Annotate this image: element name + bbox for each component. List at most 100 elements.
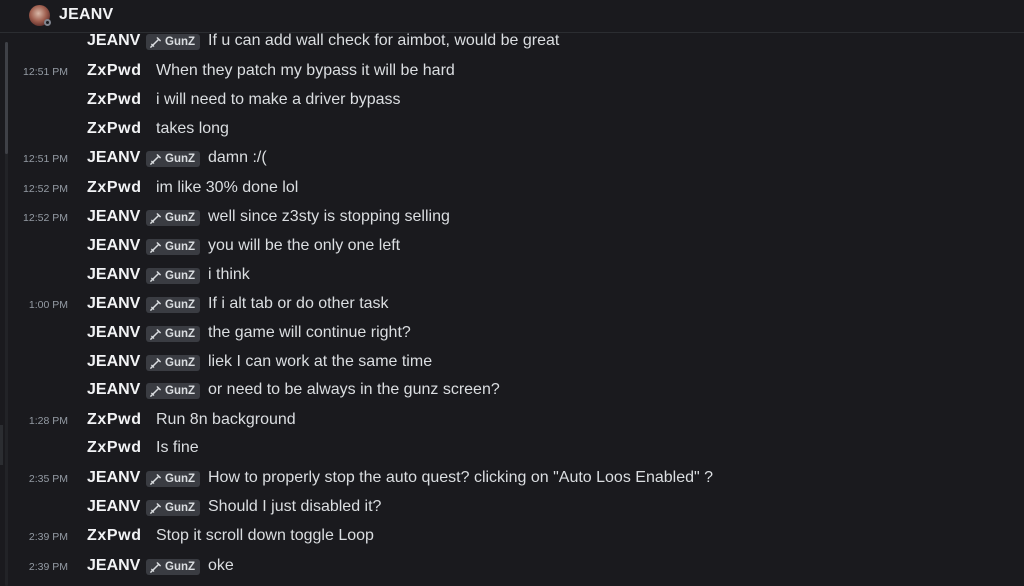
message-row[interactable]: 12:52 PM JEANV GunZ well since z3sty is sto…	[0, 206, 1010, 230]
message-author[interactable]: ZxPwd	[87, 91, 142, 109]
sword-icon	[149, 36, 162, 49]
server-tag-label: GunZ	[165, 299, 196, 311]
message-text: If i alt tab or do other task	[208, 295, 389, 312]
message-timestamp[interactable]: 12:51 PM	[23, 66, 68, 78]
server-tag-label: GunZ	[165, 357, 196, 369]
server-tag-label: GunZ	[165, 385, 196, 397]
message-row[interactable]: 12:52 PM ZxPwd im like 30% done lol	[0, 177, 1010, 201]
sword-icon	[149, 212, 162, 225]
sword-icon	[149, 270, 162, 283]
message-author[interactable]: JEANV	[87, 381, 140, 399]
message-author[interactable]: ZxPwd	[87, 120, 142, 138]
message-timestamp[interactable]: 2:39 PM	[29, 531, 68, 543]
message-text: Is fine	[156, 439, 199, 456]
message-timestamp[interactable]: 2:39 PM	[29, 561, 68, 573]
server-tag[interactable]: GunZ	[146, 210, 200, 226]
message-row[interactable]: 1:28 PM ZxPwd Run 8n background	[0, 409, 1010, 433]
server-tag-label: GunZ	[165, 328, 196, 340]
server-tag[interactable]: GunZ	[146, 355, 200, 371]
message-list: JEANV GunZ If u can add wall check for aim…	[0, 33, 1024, 586]
server-tag[interactable]: GunZ	[146, 34, 200, 50]
server-tag[interactable]: GunZ	[146, 151, 200, 167]
message-text: Stop it scroll down toggle Loop	[156, 527, 374, 544]
server-tag[interactable]: GunZ	[146, 559, 200, 575]
message-text: Run 8n background	[156, 411, 296, 428]
message-author[interactable]: JEANV	[87, 266, 140, 284]
message-row[interactable]: JEANV GunZ liek I can work at the same tim…	[0, 351, 1010, 375]
message-text: well since z3sty is stopping selling	[208, 208, 450, 225]
message-timestamp[interactable]: 12:52 PM	[23, 212, 68, 224]
message-author[interactable]: JEANV	[87, 353, 140, 371]
message-author[interactable]: ZxPwd	[87, 62, 142, 80]
message-row[interactable]: 12:51 PM ZxPwd When they patch my bypass i…	[0, 60, 1010, 84]
sword-icon	[149, 153, 162, 166]
server-tag[interactable]: GunZ	[146, 268, 200, 284]
message-row[interactable]: ZxPwd takes long	[0, 118, 1010, 142]
message-author[interactable]: JEANV	[87, 33, 140, 50]
message-author[interactable]: JEANV	[87, 237, 140, 255]
message-author[interactable]: JEANV	[87, 295, 140, 313]
message-row[interactable]: JEANV GunZ Should I just disabled it?	[0, 496, 1010, 520]
channel-title[interactable]: JEANV	[59, 6, 113, 24]
sword-icon	[149, 561, 162, 574]
server-tag[interactable]: GunZ	[146, 383, 200, 399]
message-row[interactable]: ZxPwd Is fine	[0, 437, 1010, 461]
message-author[interactable]: ZxPwd	[87, 411, 142, 429]
message-text: When they patch my bypass it will be har…	[156, 62, 455, 79]
message-row[interactable]: JEANV GunZ you will be the only one left	[0, 235, 1010, 259]
message-text: you will be the only one left	[208, 237, 401, 254]
message-row[interactable]: JEANV GunZ or need to be always in the gun…	[0, 379, 1010, 403]
message-row[interactable]: ZxPwd i will need to make a driver bypass	[0, 89, 1010, 113]
channel-header: JEANV	[0, 0, 1024, 33]
message-text: liek I can work at the same time	[208, 353, 433, 370]
server-tag-label: GunZ	[165, 212, 196, 224]
message-row[interactable]: 12:51 PM JEANV GunZ damn :/(	[0, 147, 1010, 171]
message-row[interactable]: JEANV GunZ i think	[0, 264, 1010, 288]
sword-icon	[149, 241, 162, 254]
sword-icon	[149, 473, 162, 486]
message-author[interactable]: JEANV	[87, 557, 140, 575]
server-tag[interactable]: GunZ	[146, 326, 200, 342]
sword-icon	[149, 328, 162, 341]
message-author[interactable]: ZxPwd	[87, 179, 142, 197]
message-timestamp[interactable]: 1:00 PM	[29, 299, 68, 311]
message-text: im like 30% done lol	[156, 179, 299, 196]
message-timestamp[interactable]: 2:35 PM	[29, 473, 68, 485]
server-tag-label: GunZ	[165, 241, 196, 253]
message-text: takes long	[156, 120, 229, 137]
message-author[interactable]: JEANV	[87, 469, 140, 487]
sword-icon	[149, 299, 162, 312]
message-timestamp[interactable]: 1:28 PM	[29, 415, 68, 427]
message-author[interactable]: JEANV	[87, 498, 140, 516]
message-timestamp[interactable]: 12:52 PM	[23, 183, 68, 195]
message-author[interactable]: ZxPwd	[87, 527, 142, 545]
message-text: i will need to make a driver bypass	[156, 91, 401, 108]
message-text: i think	[208, 266, 250, 283]
message-timestamp[interactable]: 12:51 PM	[23, 153, 68, 165]
message-text: oke	[208, 557, 234, 574]
server-tag[interactable]: GunZ	[146, 297, 200, 313]
message-row[interactable]: 2:39 PM ZxPwd Stop it scroll down toggle L…	[0, 525, 1010, 549]
message-row[interactable]: JEANV GunZ the game will continue right?	[0, 322, 1010, 346]
message-author[interactable]: JEANV	[87, 208, 140, 226]
server-tag-label: GunZ	[165, 561, 196, 573]
message-row[interactable]: JEANV GunZ If u can add wall check for aim…	[0, 33, 1010, 54]
server-tag-label: GunZ	[165, 270, 196, 282]
server-tag[interactable]: GunZ	[146, 500, 200, 516]
server-tag-label: GunZ	[165, 502, 196, 514]
message-text: Should I just disabled it?	[208, 498, 382, 515]
message-author[interactable]: JEANV	[87, 324, 140, 342]
server-tag[interactable]: GunZ	[146, 471, 200, 487]
message-row[interactable]: 1:00 PM JEANV GunZ If i alt tab or do other…	[0, 293, 1010, 317]
server-tag-label: GunZ	[165, 153, 196, 165]
status-indicator	[44, 19, 51, 26]
message-author[interactable]: ZxPwd	[87, 439, 142, 457]
sword-icon	[149, 385, 162, 398]
message-text: How to properly stop the auto quest? cli…	[208, 469, 714, 486]
server-tag[interactable]: GunZ	[146, 239, 200, 255]
message-text: damn :/(	[208, 149, 267, 166]
message-author[interactable]: JEANV	[87, 149, 140, 167]
server-tag-label: GunZ	[165, 473, 196, 485]
message-row[interactable]: 2:39 PM JEANV GunZ oke	[0, 555, 1010, 579]
message-row[interactable]: 2:35 PM JEANV GunZ How to properly stop the…	[0, 467, 1010, 491]
